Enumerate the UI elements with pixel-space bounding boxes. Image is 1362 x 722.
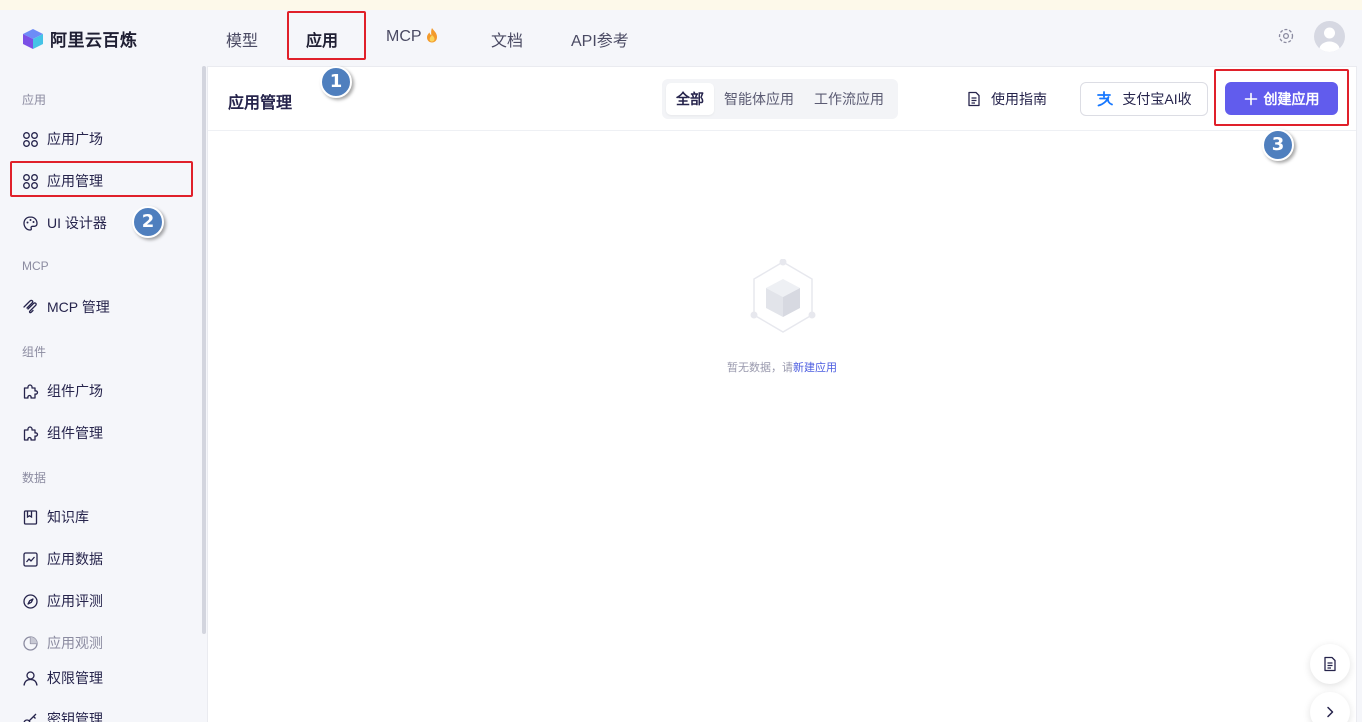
alipay-icon (1097, 91, 1114, 107)
sidebar-item-component-manage[interactable]: 组件管理 (22, 423, 103, 443)
apps-grid-icon (23, 131, 38, 147)
sidebar-item-mcp-manage[interactable]: MCP 管理 (22, 297, 110, 317)
guide-label: 使用指南 (991, 91, 1047, 107)
puzzle-icon (23, 425, 39, 441)
tab-workflow-app[interactable]: 工作流应用 (804, 83, 894, 115)
logo-icon (23, 28, 43, 49)
main-panel: 应用管理 全部 智能体应用 工作流应用 使用指南 支付宝AI收 创建应用 暂无数… (207, 66, 1357, 722)
puzzle-icon (23, 383, 39, 399)
guide-link[interactable]: 使用指南 (966, 89, 1047, 109)
sidebar-item-ui-designer[interactable]: UI 设计器 (22, 213, 107, 233)
highlight-nav-app (287, 11, 366, 60)
mcp-icon (23, 299, 37, 313)
main-header: 应用管理 全部 智能体应用 工作流应用 使用指南 支付宝AI收 创建应用 (208, 67, 1356, 131)
step-badge-2: 2 (132, 206, 164, 238)
step-badge-1: 1 (320, 66, 352, 98)
empty-state-text: 暂无数据，请新建应用 (208, 359, 1356, 375)
tab-agent-app[interactable]: 智能体应用 (714, 83, 804, 115)
empty-state-message: 暂无数据，请 (727, 362, 793, 374)
sidebar-item-label: 知识库 (47, 509, 89, 525)
nav-api-reference[interactable]: API参考 (571, 27, 629, 51)
nav-model[interactable]: 模型 (226, 27, 258, 51)
document-icon (968, 91, 980, 107)
highlight-create-app (1214, 69, 1349, 126)
sidebar-group-app: 应用 (22, 93, 47, 107)
sidebar-item-app-observe[interactable]: 应用观测 (22, 633, 103, 653)
sidebar-item-label: UI 设计器 (47, 215, 107, 231)
nav-mcp-label: MCP (386, 28, 422, 45)
empty-state-icon (750, 259, 816, 333)
alipay-ai-button[interactable]: 支付宝AI收 (1080, 82, 1208, 116)
sidebar-item-label: 密钥管理 (47, 711, 103, 722)
top-navigation: 阿里云百炼 模型 应用 MCP 文档 API参考 (0, 10, 1362, 64)
sidebar-scrollbar[interactable] (202, 66, 206, 634)
logo[interactable]: 阿里云百炼 (22, 26, 138, 51)
sidebar-item-label: 应用评测 (47, 593, 103, 609)
sidebar-item-component-square[interactable]: 组件广场 (22, 381, 103, 401)
chart-icon (23, 551, 38, 567)
book-icon (23, 509, 38, 525)
float-expand-button[interactable] (1310, 692, 1350, 722)
sidebar-item-app-square[interactable]: 应用广场 (22, 129, 103, 149)
sidebar-item-label: 应用数据 (47, 551, 103, 567)
sidebar-group-component: 组件 (22, 345, 47, 359)
key-icon (23, 713, 37, 722)
sidebar-item-label: 应用观测 (47, 635, 103, 651)
document-icon (1324, 656, 1336, 672)
pie-icon (23, 635, 38, 651)
sidebar-group-mcp: MCP (22, 259, 49, 273)
float-doc-button[interactable] (1310, 644, 1350, 684)
sidebar-item-label: MCP 管理 (47, 299, 110, 315)
nav-mcp[interactable]: MCP (386, 27, 439, 46)
step-badge-3: 3 (1262, 129, 1294, 161)
sidebar-item-label: 组件管理 (47, 425, 103, 441)
top-strip (0, 0, 1362, 10)
avatar-icon (1319, 27, 1340, 52)
sidebar-item-label: 应用广场 (47, 131, 103, 147)
app-name: 阿里云百炼 (50, 31, 138, 50)
highlight-sidebar-app-manage (10, 161, 193, 197)
nav-docs[interactable]: 文档 (491, 27, 523, 51)
sidebar-item-app-evaluation[interactable]: 应用评测 (22, 591, 103, 611)
tab-all[interactable]: 全部 (666, 83, 714, 115)
palette-icon (23, 215, 38, 231)
gear-icon[interactable] (1277, 27, 1295, 45)
avatar[interactable] (1314, 21, 1345, 52)
new-app-link[interactable]: 新建应用 (793, 362, 837, 374)
sidebar-item-key-manage[interactable]: 密钥管理 (22, 709, 103, 722)
sidebar-item-permission[interactable]: 权限管理 (22, 668, 103, 688)
sidebar-group-data: 数据 (22, 471, 47, 485)
alipay-label: 支付宝AI收 (1122, 91, 1192, 107)
sidebar-item-knowledge-base[interactable]: 知识库 (22, 507, 89, 527)
sidebar-item-label: 组件广场 (47, 383, 103, 399)
sidebar-item-app-data[interactable]: 应用数据 (22, 549, 103, 569)
sidebar-item-label: 权限管理 (47, 670, 103, 686)
page-title: 应用管理 (228, 95, 293, 112)
chevron-right-icon (1327, 706, 1334, 718)
user-icon (23, 670, 38, 686)
compass-icon (23, 593, 38, 609)
app-type-tabs: 全部 智能体应用 工作流应用 (662, 79, 898, 119)
fire-icon (426, 28, 437, 43)
